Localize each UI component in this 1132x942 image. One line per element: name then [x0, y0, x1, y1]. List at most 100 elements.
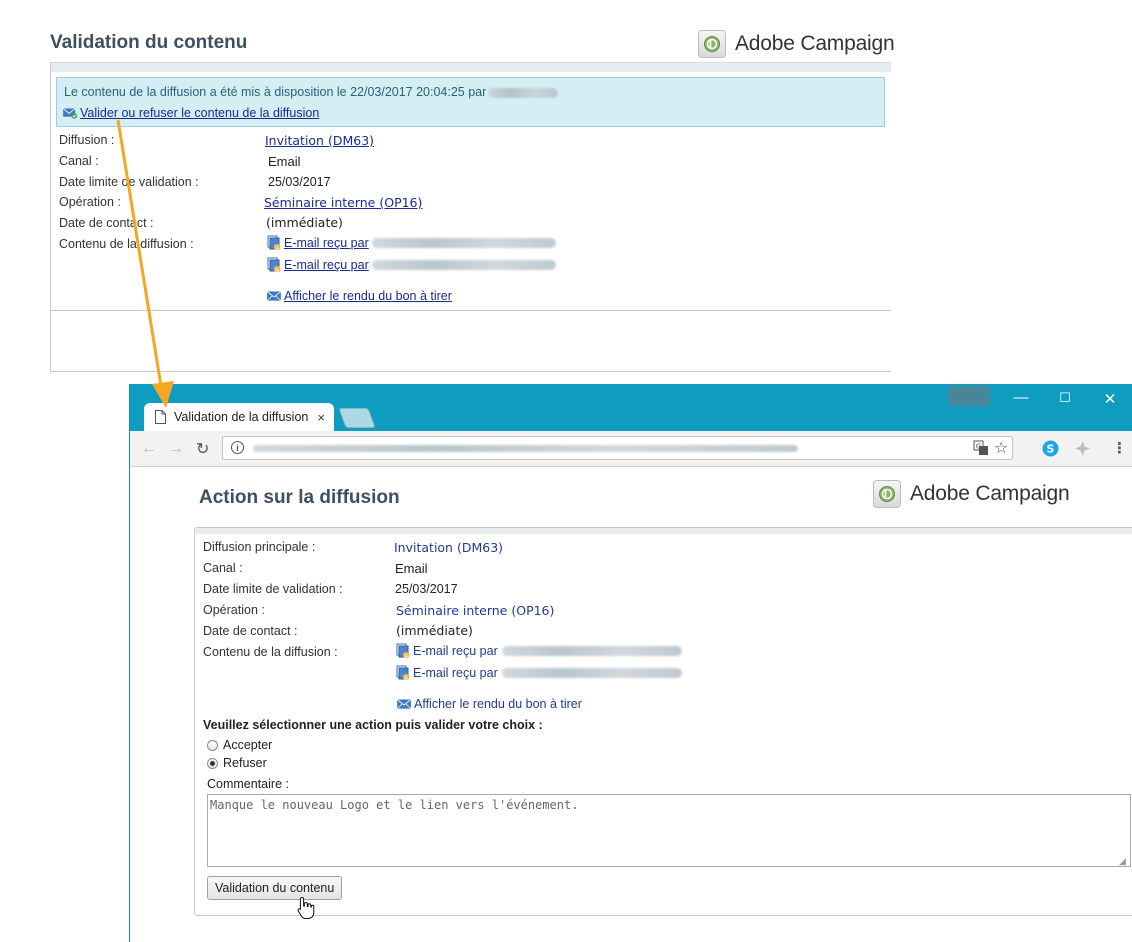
translate-icon[interactable]: G	[973, 440, 989, 459]
diffusion-link[interactable]: Invitation (DM63)	[265, 133, 374, 148]
date-limite-label: Date limite de validation :	[203, 582, 343, 596]
svg-text:@: @	[275, 245, 280, 251]
envelope-check-icon	[62, 107, 78, 119]
refuser-label: Refuser	[223, 756, 267, 770]
operation-label: Opération :	[203, 603, 265, 617]
browser-tab[interactable]: Validation de la diffusion ×	[144, 403, 334, 431]
validate-refuse-link[interactable]: Valider ou refuser le contenu de la diff…	[80, 106, 319, 120]
date-contact-label: Date de contact :	[203, 624, 298, 638]
date-contact-value: (immédiate)	[396, 623, 473, 638]
reload-icon[interactable]: ↻	[196, 439, 209, 459]
tab-title: Validation de la diffusion	[174, 410, 309, 424]
profile-button[interactable]	[948, 386, 990, 406]
option-accepter[interactable]: Accepter	[207, 738, 272, 752]
adobe-campaign-logo-icon	[873, 480, 901, 508]
canal-label: Canal :	[59, 154, 99, 168]
date-limite-value: 25/03/2017	[268, 175, 331, 189]
bat-link-row[interactable]: Afficher le rendu du bon à tirer	[266, 289, 452, 303]
notice-text: Le contenu de la diffusion a été mis à d…	[64, 85, 559, 99]
document-icon	[155, 410, 166, 424]
info-icon[interactable]: i	[231, 441, 244, 454]
panel-divider	[51, 310, 891, 311]
date-contact-value: (immédiate)	[266, 215, 343, 230]
operation-link[interactable]: Séminaire interne (OP16)	[264, 195, 422, 210]
notice-banner: Le contenu de la diffusion a été mis à d…	[56, 77, 885, 127]
email-proof-icon: @	[396, 665, 410, 681]
brand-name: Adobe Campaign	[910, 482, 1070, 505]
contenu-label: Contenu de la diffusion :	[203, 645, 338, 659]
canal-label: Canal :	[203, 561, 243, 575]
comment-textarea[interactable]: Manque le nouveau Logo et le lien vers l…	[207, 794, 1131, 867]
minimize-button[interactable]: —	[1006, 389, 1036, 406]
date-contact-label: Date de contact :	[59, 216, 154, 230]
tab-close-icon[interactable]: ×	[317, 410, 325, 425]
contenu-label: Contenu de la diffusion :	[59, 237, 194, 251]
proof-item[interactable]: @ E-mail reçu par	[396, 643, 682, 659]
diffusion-label: Diffusion principale :	[203, 540, 316, 554]
accepter-label: Accepter	[223, 738, 273, 752]
email-panel: Le contenu de la diffusion a été mis à d…	[50, 62, 891, 372]
close-window-button[interactable]: ✕	[1095, 390, 1125, 408]
accepter-radio[interactable]	[207, 739, 218, 751]
validate-link-row[interactable]: Valider ou refuser le contenu de la diff…	[62, 106, 319, 120]
panel-topbar	[195, 528, 1132, 534]
operation-link[interactable]: Séminaire interne (OP16)	[396, 603, 554, 618]
canal-value: Email	[395, 561, 428, 576]
resize-grip-icon[interactable]: ◢	[1119, 856, 1126, 867]
new-tab-button[interactable]	[338, 408, 376, 428]
proof-item[interactable]: @ E-mail reçu par	[267, 257, 556, 273]
adobe-campaign-brand: Adobe Campaign	[698, 30, 895, 58]
maximize-button[interactable]: ☐	[1050, 390, 1080, 406]
address-bar[interactable]: i G ☆	[222, 436, 1013, 460]
envelope-icon	[396, 698, 412, 709]
redacted-recipient	[501, 646, 682, 656]
diffusion-link[interactable]: Invitation (DM63)	[394, 540, 503, 555]
extension-icon[interactable]	[1074, 440, 1091, 460]
bat-link[interactable]: Afficher le rendu du bon à tirer	[414, 697, 582, 711]
proof-link[interactable]: E-mail reçu par	[284, 258, 369, 272]
action-prompt: Veuillez sélectionner une action puis va…	[203, 718, 543, 732]
envelope-icon	[266, 290, 282, 301]
forward-icon[interactable]: →	[168, 440, 184, 458]
option-refuser[interactable]: Refuser	[207, 756, 267, 770]
proof-item[interactable]: @ E-mail reçu par	[396, 665, 682, 681]
browser-toolbar: ← → ↻ i G ☆ S ⋮	[130, 431, 1132, 467]
svg-text:@: @	[275, 267, 280, 273]
browser-titlebar: — ☐ ✕ Validation de la diffusion ×	[130, 384, 1132, 431]
browser-window: — ☐ ✕ Validation de la diffusion × ← → ↻…	[129, 384, 1132, 942]
adobe-campaign-brand: Adobe Campaign	[873, 480, 1070, 508]
panel-topbar	[51, 62, 891, 72]
canal-value: Email	[268, 154, 301, 169]
redacted-operator	[488, 87, 559, 98]
action-form: Diffusion principale : Invitation (DM63)…	[194, 527, 1132, 916]
email-proof-icon: @	[267, 257, 281, 273]
redacted-recipient	[371, 238, 556, 248]
redacted-recipient	[501, 668, 682, 678]
proof-link[interactable]: E-mail reçu par	[413, 666, 498, 680]
validation-submit-button[interactable]: Validation du contenu	[207, 876, 343, 900]
menu-icon[interactable]: ⋮	[1112, 439, 1127, 457]
bat-link[interactable]: Afficher le rendu du bon à tirer	[284, 289, 452, 303]
proof-item[interactable]: @ E-mail reçu par	[267, 235, 556, 251]
refuser-radio[interactable]	[207, 757, 218, 769]
hand-cursor-icon	[297, 896, 315, 919]
svg-text:S: S	[1047, 443, 1055, 456]
svg-text:@: @	[404, 653, 409, 659]
email-title: Validation du contenu	[50, 32, 248, 53]
proof-link[interactable]: E-mail reçu par	[413, 644, 498, 658]
adobe-campaign-logo-icon	[698, 30, 726, 58]
svg-text:@: @	[404, 675, 409, 681]
comment-label: Commentaire :	[207, 777, 289, 791]
redacted-url	[253, 445, 798, 452]
page-title: Action sur la diffusion	[199, 487, 400, 508]
proof-link[interactable]: E-mail reçu par	[284, 236, 369, 250]
skype-icon[interactable]: S	[1042, 440, 1059, 460]
back-icon[interactable]: ←	[141, 440, 157, 458]
diffusion-label: Diffusion :	[59, 133, 115, 147]
svg-text:G: G	[976, 443, 981, 451]
email-proof-icon: @	[267, 235, 281, 251]
operation-label: Opération :	[59, 195, 121, 209]
date-limite-label: Date limite de validation :	[59, 175, 199, 189]
bookmark-star-icon[interactable]: ☆	[994, 438, 1008, 458]
bat-link-row[interactable]: Afficher le rendu du bon à tirer	[396, 697, 582, 711]
